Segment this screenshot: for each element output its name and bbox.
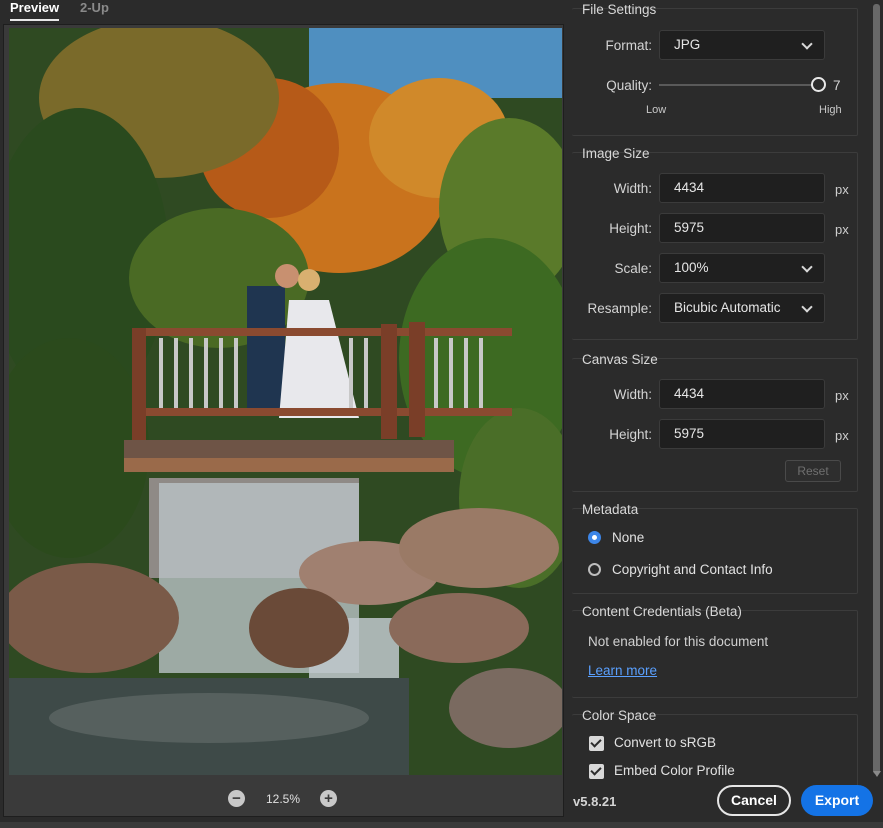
metadata-none-label[interactable]: None [612,530,644,545]
canvas-height-input[interactable]: 5975 [659,419,825,449]
settings-panel: File Settings Format: JPG Quality: 7 Low… [566,0,870,828]
format-label: Format: [605,38,652,53]
version-label: v5.8.21 [573,794,617,809]
canvas-height-label: Height: [609,427,652,442]
content-credentials-group [572,610,858,698]
quality-low-label: Low [646,104,667,116]
image-size-title: Image Size [582,146,650,161]
tab-2-up[interactable]: 2-Up [80,0,109,22]
content-credentials-title: Content Credentials (Beta) [582,604,742,619]
content-credentials-status: Not enabled for this document [588,634,769,649]
resample-dropdown[interactable]: Bicubic Automatic [659,293,825,323]
wedding-photo-illustration [9,28,562,775]
color-space-title: Color Space [582,708,657,723]
quality-value: 7 [833,78,841,93]
image-width-unit: px [835,182,849,197]
reset-button[interactable]: Reset [785,460,841,482]
bottom-edge [0,822,883,828]
metadata-copyright-radio[interactable] [588,563,601,576]
image-height-unit: px [835,222,849,237]
color-space-group [572,714,858,794]
canvas-size-title: Canvas Size [582,352,658,367]
canvas-width-unit: px [835,388,849,403]
scale-label: Scale: [614,261,652,276]
scroll-down-arrow-icon[interactable] [873,771,881,777]
quality-slider-thumb[interactable] [811,77,826,92]
scale-dropdown[interactable]: 100% [659,253,825,283]
convert-srgb-label[interactable]: Convert to sRGB [614,735,716,750]
preview-image [9,28,562,775]
image-height-input[interactable]: 5975 [659,213,825,243]
file-settings-title: File Settings [582,2,657,17]
canvas-width-label: Width: [613,387,652,402]
view-tabs: Preview 2-Up [0,0,565,24]
embed-profile-label[interactable]: Embed Color Profile [614,763,735,778]
image-width-label: Width: [613,181,652,196]
quality-high-label: High [819,104,842,116]
learn-more-link[interactable]: Learn more [588,663,657,678]
export-button[interactable]: Export [801,785,873,816]
zoom-controls: − 12.5% + [4,782,563,816]
zoom-out-button[interactable]: − [228,790,245,807]
metadata-group [572,508,858,594]
resample-label: Resample: [587,301,652,316]
convert-srgb-checkbox[interactable] [589,736,604,751]
image-width-input[interactable]: 4434 [659,173,825,203]
canvas-width-input[interactable]: 4434 [659,379,825,409]
format-dropdown[interactable]: JPG [659,30,825,60]
zoom-in-button[interactable]: + [320,790,337,807]
metadata-copyright-label[interactable]: Copyright and Contact Info [612,562,773,577]
file-settings-group [572,8,858,136]
metadata-title: Metadata [582,502,639,517]
zoom-level: 12.5% [266,792,301,806]
image-height-label: Height: [609,221,652,236]
settings-scrollbar[interactable] [870,0,883,784]
quality-slider-track[interactable] [659,84,822,86]
scrollbar-thumb[interactable] [873,4,880,774]
quality-label: Quality: [606,78,652,93]
cancel-button[interactable]: Cancel [717,785,791,816]
embed-profile-checkbox[interactable] [589,764,604,779]
canvas-height-unit: px [835,428,849,443]
tab-preview[interactable]: Preview [10,0,60,22]
metadata-none-radio[interactable] [588,531,601,544]
preview-panel: − 12.5% + [3,24,564,817]
